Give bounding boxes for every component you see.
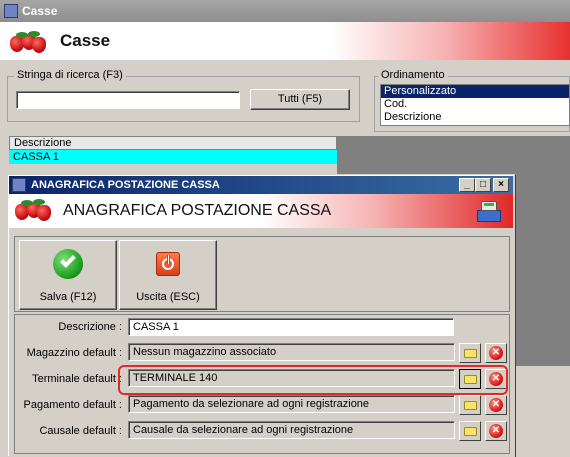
descrizione-label: Descrizione : [58, 321, 122, 333]
ordering-list[interactable]: Personalizzato Cod. Descrizione [380, 84, 570, 126]
causale-browse-button[interactable] [459, 421, 481, 441]
grid-row-selected[interactable]: CASSA 1 [9, 150, 337, 164]
back-window-header: Casse [0, 22, 570, 60]
cash-register-icon [475, 198, 503, 224]
power-icon [156, 252, 180, 276]
maximize-button[interactable]: □ [475, 178, 491, 192]
causale-field: Causale da selezionare ad ogni registraz… [128, 421, 455, 439]
magazzino-clear-button[interactable]: ✕ [485, 343, 507, 363]
magazzino-browse-button[interactable] [459, 343, 481, 363]
folder-icon [464, 349, 477, 358]
dialog-header-title: ANAGRAFICA POSTAZIONE CASSA [63, 202, 332, 219]
search-legend: Stringa di ricerca (F3) [14, 69, 126, 81]
clear-icon: ✕ [489, 398, 503, 412]
save-button-label: Salva (F12) [39, 291, 97, 303]
back-window-title: Casse [22, 4, 58, 18]
minimize-button[interactable]: _ [459, 178, 475, 192]
dialog-app-icon [12, 178, 26, 192]
terminale-label: Terminale default : [32, 373, 122, 385]
back-window-header-title: Casse [60, 31, 111, 50]
folder-icon [464, 401, 477, 410]
ordering-option-cod[interactable]: Cod. [381, 98, 569, 111]
ordering-legend: Ordinamento [378, 69, 448, 81]
dialog-title: ANAGRAFICA POSTAZIONE CASSA [31, 179, 220, 191]
pagamento-browse-button[interactable] [459, 395, 481, 415]
app-icon [4, 4, 18, 18]
descrizione-input[interactable]: CASSA 1 [128, 318, 454, 336]
magazzino-field: Nessun magazzino associato [128, 343, 455, 361]
ordering-option-personalizzato[interactable]: Personalizzato [381, 85, 569, 98]
dialog-titlebar[interactable]: ANAGRAFICA POSTAZIONE CASSA [9, 176, 513, 194]
causale-label: Causale default : [39, 425, 122, 437]
pagamento-field: Pagamento da selezionare ad ogni registr… [128, 395, 455, 413]
exit-button[interactable]: Uscita (ESC) [119, 240, 217, 310]
grid-column-header[interactable]: Descrizione [9, 136, 337, 150]
search-input[interactable] [16, 91, 240, 109]
exit-button-label: Uscita (ESC) [136, 291, 200, 303]
clear-icon: ✕ [489, 346, 503, 360]
pagamento-label: Pagamento default : [23, 399, 122, 411]
checkmark-icon [53, 249, 83, 279]
show-all-button[interactable]: Tutti (F5) [250, 89, 350, 110]
pagamento-clear-button[interactable]: ✕ [485, 395, 507, 415]
save-button[interactable]: Salva (F12) [19, 240, 117, 310]
clear-icon: ✕ [489, 424, 503, 438]
ordering-option-descrizione[interactable]: Descrizione [381, 111, 569, 124]
close-button[interactable]: × [493, 178, 509, 192]
causale-clear-button[interactable]: ✕ [485, 421, 507, 441]
terminale-highlight-annotation [118, 365, 508, 395]
magazzino-label: Magazzino default : [26, 347, 122, 359]
dialog-header: ANAGRAFICA POSTAZIONE CASSA [9, 194, 513, 228]
folder-icon [464, 427, 477, 436]
back-window-titlebar[interactable]: Casse [0, 0, 570, 22]
